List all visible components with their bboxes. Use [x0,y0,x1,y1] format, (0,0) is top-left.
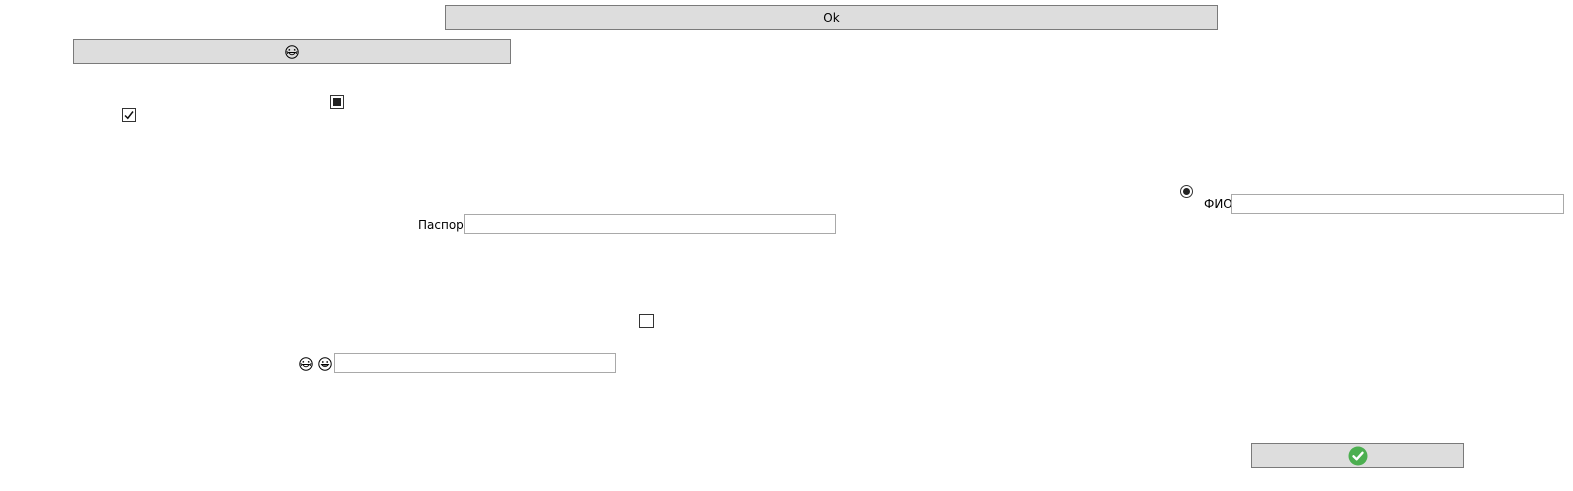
radio-dot [1183,188,1190,195]
passport-field[interactable] [464,214,836,234]
radio-button[interactable] [1180,185,1193,198]
checkmark-icon [124,111,134,120]
emoji-button[interactable] [73,39,511,64]
green-checkmark-icon [1348,446,1367,465]
checked-checkbox[interactable] [122,108,136,122]
fio-field[interactable] [1231,194,1564,214]
emoji-field[interactable] [334,353,616,373]
confirm-button[interactable] [1251,443,1464,468]
indeterminate-fill [333,98,341,106]
fio-label: ФИО [1204,197,1233,211]
ok-button-label: Ok [823,10,840,25]
laughing-face-icon [285,44,299,59]
indeterminate-checkbox[interactable] [330,95,344,109]
unchecked-checkbox[interactable] [639,314,654,328]
passport-label: Паспорт [418,218,471,232]
laughing-face-icon [299,357,313,371]
ok-button[interactable]: Ok [445,5,1218,30]
grinning-face-icon [318,357,332,371]
